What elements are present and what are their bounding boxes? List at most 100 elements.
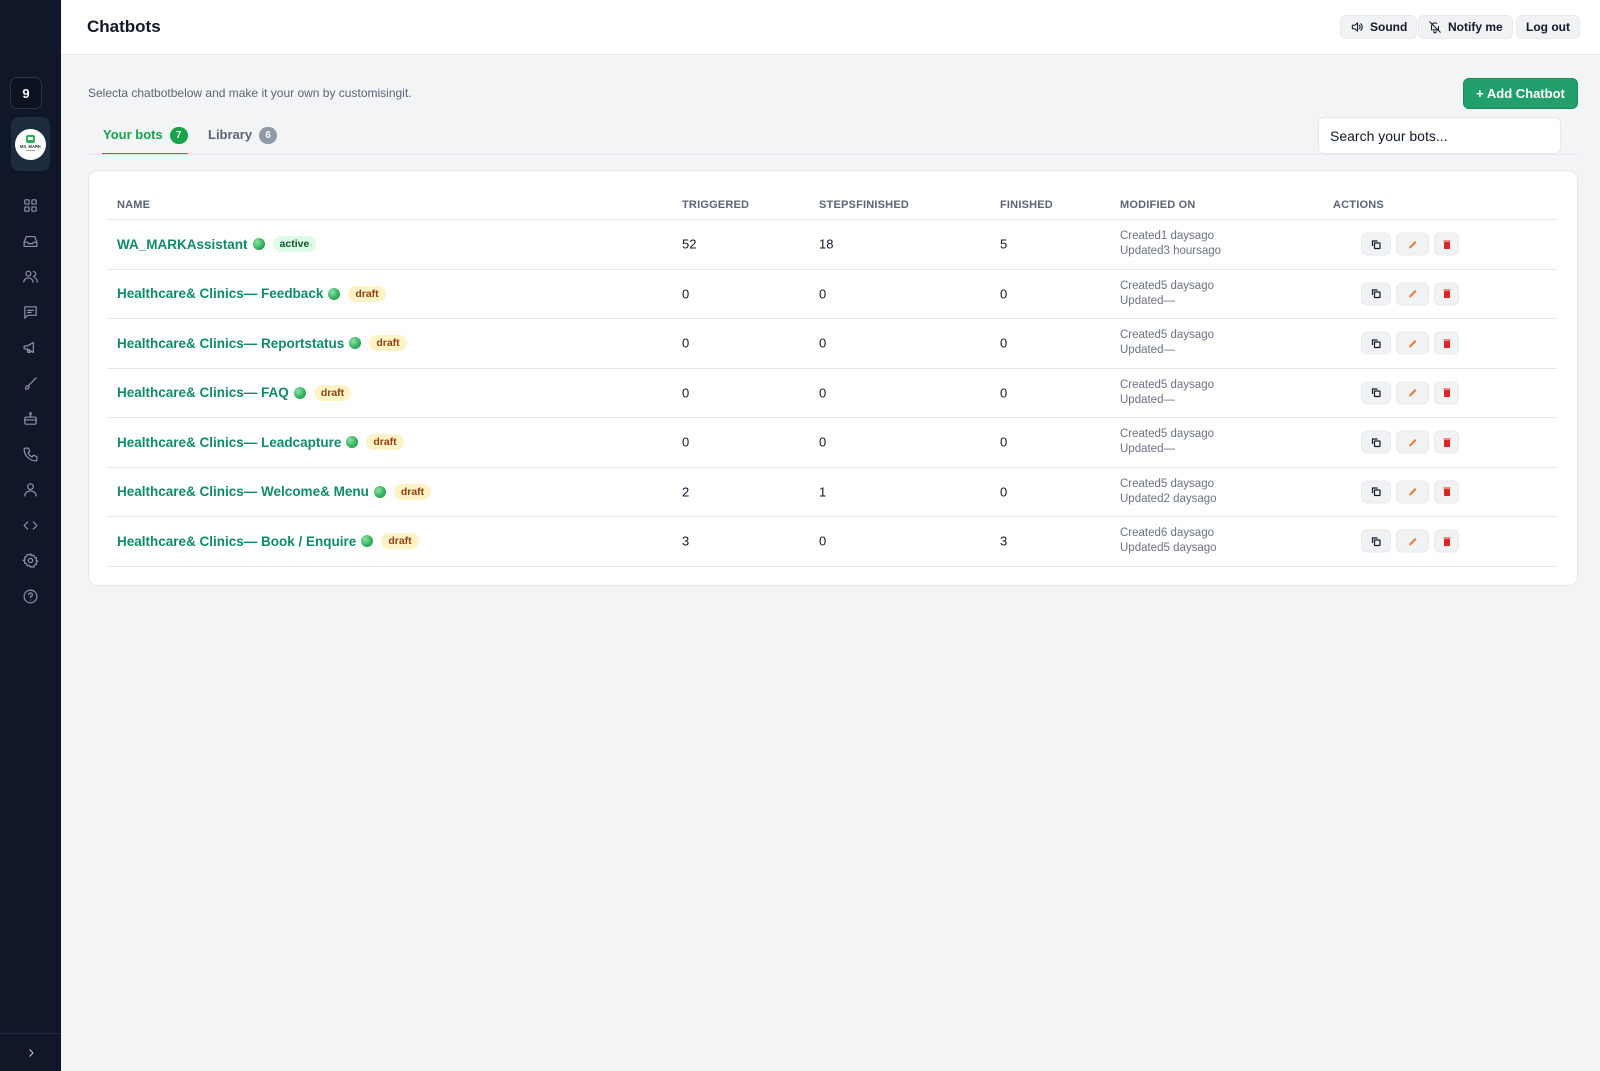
- finished-value: 0: [1000, 484, 1008, 500]
- row-actions: [1361, 480, 1459, 504]
- sidebar-item-settings[interactable]: [0, 543, 61, 579]
- duplicate-button[interactable]: [1361, 232, 1391, 256]
- triggered-value: 0: [682, 385, 690, 401]
- chevron-right-icon: [28, 1048, 34, 1057]
- brand-logo: MS. MARK: [15, 128, 46, 160]
- duplicate-button[interactable]: [1361, 331, 1391, 355]
- column-header-triggered[interactable]: TRIGGERED: [682, 199, 749, 211]
- trash-icon: [1441, 288, 1453, 300]
- sidebar-item-templates[interactable]: [0, 366, 61, 402]
- sidebar-item-conversations[interactable]: [0, 295, 61, 331]
- notify-label: Notify me: [1448, 20, 1503, 34]
- bot-name-cell: Healthcare& Clinics— Leadcapture draft: [117, 434, 404, 451]
- edit-button[interactable]: [1396, 430, 1429, 454]
- row-actions: [1361, 282, 1459, 306]
- users-icon: [23, 270, 38, 284]
- bot-name-link[interactable]: Healthcare& Clinics— Book / Enquire: [117, 534, 356, 549]
- column-header-steps-finished[interactable]: STEPSFINISHED: [819, 199, 909, 211]
- bot-name-link[interactable]: Healthcare& Clinics— Feedback: [117, 286, 323, 301]
- sidebar-item-chatbots[interactable]: [0, 401, 61, 437]
- trash-icon: [1441, 486, 1453, 498]
- edit-button[interactable]: [1396, 282, 1429, 306]
- tab-library[interactable]: Library 6: [208, 124, 278, 155]
- steps-finished-value: 0: [819, 434, 827, 450]
- created-text: Created5 daysago: [1120, 279, 1214, 292]
- sound-toggle-button[interactable]: Sound: [1340, 15, 1418, 39]
- sidebar-item-profile[interactable]: [0, 472, 61, 508]
- table-row[interactable]: Healthcare& Clinics— Feedback draft 0 0 0 Cre…: [107, 270, 1557, 319]
- search-input[interactable]: [1318, 117, 1561, 154]
- edit-button[interactable]: [1396, 232, 1429, 256]
- bot-name-link[interactable]: Healthcare& Clinics— Welcome& Menu: [117, 484, 369, 499]
- workspace-logo-button[interactable]: MS. MARK: [11, 117, 50, 171]
- triggered-value: 0: [682, 335, 690, 351]
- table-row[interactable]: Healthcare& Clinics— FAQ draft 0 0 0 Created5…: [107, 369, 1557, 418]
- delete-button[interactable]: [1434, 232, 1459, 256]
- edit-button[interactable]: [1396, 331, 1429, 355]
- user-icon: [24, 483, 37, 497]
- bot-name-cell: Healthcare& Clinics— Welcome& Menu draft: [117, 483, 432, 500]
- pencil-icon: [1407, 337, 1419, 349]
- delete-button[interactable]: [1434, 529, 1459, 553]
- table-row[interactable]: Healthcare& Clinics— Reportstatus draft 0 0…: [107, 319, 1557, 369]
- tab-count-badge: 7: [169, 127, 188, 144]
- table-row[interactable]: Healthcare& Clinics— Book / Enquire draft…: [107, 517, 1557, 567]
- delete-button[interactable]: [1434, 430, 1459, 454]
- bot-name-link[interactable]: Healthcare& Clinics— Reportstatus: [117, 336, 344, 351]
- sidebar-expand-button[interactable]: [0, 1033, 61, 1071]
- column-header-modified-on[interactable]: MODIFIED ON: [1120, 199, 1196, 211]
- notify-me-button[interactable]: Notify me: [1418, 15, 1513, 39]
- page-subtitle: Selecta chatbotbelow and make it your ow…: [88, 86, 412, 100]
- delete-button[interactable]: [1434, 480, 1459, 504]
- status-badge: draft: [313, 384, 352, 401]
- duplicate-button[interactable]: [1361, 282, 1391, 306]
- updated-text: Updated—: [1120, 393, 1175, 406]
- duplicate-button[interactable]: [1361, 430, 1391, 454]
- table-row[interactable]: Healthcare& Clinics— Welcome& Menu draft 2…: [107, 468, 1557, 517]
- sidebar-item-inbox[interactable]: [0, 224, 61, 260]
- modified-on-cell: Created5 daysago Updated—: [1120, 427, 1214, 457]
- notification-count-badge[interactable]: 9: [10, 77, 42, 109]
- chat-icon: [24, 305, 37, 319]
- sidebar-item-calls[interactable]: [0, 437, 61, 473]
- whatsapp-channel-icon: [361, 535, 374, 548]
- sidebar-item-developer[interactable]: [0, 508, 61, 544]
- delete-button[interactable]: [1434, 381, 1459, 405]
- bot-name-link[interactable]: Healthcare& Clinics— Leadcapture: [117, 435, 341, 450]
- sidebar-item-help[interactable]: [0, 579, 61, 615]
- delete-button[interactable]: [1434, 282, 1459, 306]
- bot-name-link[interactable]: WA_MARKAssistant: [117, 237, 248, 252]
- edit-button[interactable]: [1396, 381, 1429, 405]
- duplicate-button[interactable]: [1361, 529, 1391, 553]
- logout-button[interactable]: Log out: [1516, 15, 1580, 39]
- speaker-icon: [1351, 22, 1363, 32]
- sidebar-item-campaigns[interactable]: [0, 330, 61, 366]
- tab-your-bots[interactable]: Your bots 7: [102, 124, 188, 155]
- finished-value: 5: [1000, 236, 1008, 252]
- add-chatbot-button[interactable]: + Add Chatbot: [1463, 78, 1578, 109]
- inbox-icon: [23, 235, 38, 247]
- duplicate-button[interactable]: [1361, 381, 1391, 405]
- row-actions: [1361, 529, 1459, 553]
- gear-icon: [22, 553, 39, 569]
- table-row[interactable]: Healthcare& Clinics— Leadcapture draft 0 0 0…: [107, 418, 1557, 468]
- sidebar-item-dashboard[interactable]: [0, 188, 61, 224]
- table-row[interactable]: WA_MARKAssistant active 52 18 5 Created1 days…: [107, 220, 1557, 270]
- modified-on-cell: Created1 daysago Updated3 hoursago: [1120, 229, 1221, 259]
- edit-button[interactable]: [1396, 529, 1429, 553]
- row-actions: [1361, 232, 1459, 256]
- status-badge: draft: [366, 434, 404, 451]
- delete-button[interactable]: [1434, 331, 1459, 355]
- whatsapp-channel-icon: [346, 436, 359, 449]
- edit-button[interactable]: [1396, 480, 1429, 504]
- column-header-name[interactable]: NAME: [117, 199, 150, 211]
- sidebar-item-contacts[interactable]: [0, 259, 61, 295]
- copy-icon: [1370, 436, 1382, 448]
- bot-name-link[interactable]: Healthcare& Clinics— FAQ: [117, 385, 289, 400]
- duplicate-button[interactable]: [1361, 480, 1391, 504]
- created-text: Created1 daysago: [1120, 230, 1214, 243]
- column-header-finished[interactable]: FINISHED: [1000, 199, 1053, 211]
- created-text: Created5 daysago: [1120, 477, 1214, 490]
- copy-icon: [1370, 387, 1382, 399]
- bot-name-cell: Healthcare& Clinics— Book / Enquire draft: [117, 533, 419, 550]
